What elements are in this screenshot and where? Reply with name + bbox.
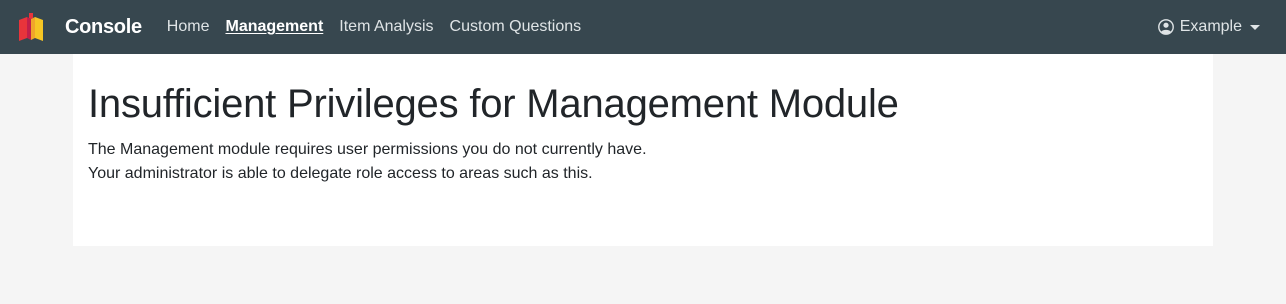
nav-link-home[interactable]: Home — [167, 18, 210, 36]
nav-link-management[interactable]: Management — [225, 18, 323, 36]
page-title: Insufficient Privileges for Management M… — [88, 82, 899, 126]
book-logo-icon — [19, 13, 43, 41]
user-menu-dropdown[interactable]: Example — [1157, 0, 1260, 54]
content-panel: Insufficient Privileges for Management M… — [73, 54, 1213, 246]
message-line-1: The Management module requires user perm… — [88, 141, 647, 158]
user-circle-icon — [1157, 19, 1174, 35]
brand-name: Console — [65, 15, 142, 38]
nav-link-custom-questions[interactable]: Custom Questions — [450, 18, 582, 36]
user-name: Example — [1179, 18, 1242, 35]
top-navbar: Console Home Management Item Analysis Cu… — [0, 0, 1286, 54]
main-nav: Home Management Item Analysis Custom Que… — [167, 18, 597, 36]
brand-link[interactable]: Console — [16, 12, 142, 42]
caret-down-icon — [1250, 24, 1260, 30]
message-text: The Management module requires user perm… — [88, 138, 1198, 186]
nav-link-item-analysis[interactable]: Item Analysis — [339, 18, 433, 36]
message-line-2: Your administrator is able to delegate r… — [88, 165, 593, 182]
